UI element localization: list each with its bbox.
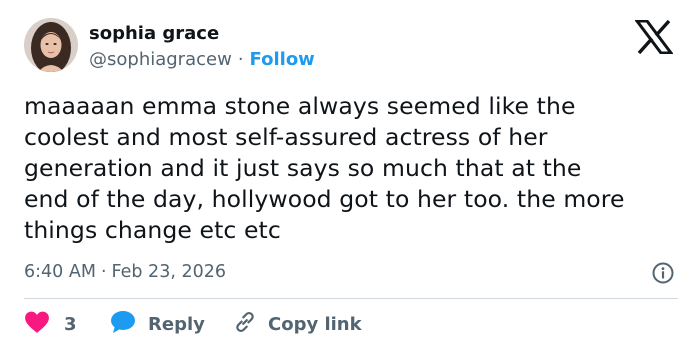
tweet-date: Feb 23, 2026 bbox=[111, 262, 226, 282]
copy-link-label: Copy link bbox=[268, 313, 362, 335]
follow-button[interactable]: Follow bbox=[250, 49, 315, 70]
x-logo-icon[interactable] bbox=[634, 19, 674, 55]
tweet-time: 6:40 AM bbox=[24, 262, 96, 282]
link-icon bbox=[232, 309, 258, 339]
tweet-text-line: maaaaan emma stone always seemed like th… bbox=[24, 92, 576, 120]
tweet-text-line: end of the day, hollywood got to her too… bbox=[24, 185, 625, 213]
tweet-text-line: things change etc etc bbox=[24, 216, 281, 244]
tweet-text-line: coolest and most self-assured actress of… bbox=[24, 123, 548, 151]
speech-bubble-icon bbox=[110, 310, 136, 338]
tweet-text: maaaaan emma stone always seemed like th… bbox=[24, 91, 684, 246]
avatar[interactable] bbox=[24, 18, 78, 72]
copy-link-button[interactable]: Copy link bbox=[232, 310, 362, 338]
handle-line: @sophiagracew · Follow bbox=[89, 48, 315, 72]
tweet-card: sophia grace @sophiagracew · Follow maaaaa… bbox=[0, 0, 700, 351]
like-button[interactable]: 3 bbox=[24, 310, 77, 338]
like-count: 3 bbox=[64, 313, 77, 335]
reply-label: Reply bbox=[148, 313, 205, 335]
reply-button[interactable]: Reply bbox=[110, 310, 205, 338]
display-name[interactable]: sophia grace bbox=[89, 21, 219, 47]
divider bbox=[24, 298, 678, 299]
handle-separator: · bbox=[237, 49, 244, 70]
heart-icon bbox=[24, 310, 50, 338]
user-handle[interactable]: @sophiagracew bbox=[89, 49, 232, 70]
tweet-timestamp[interactable]: 6:40 AM · Feb 23, 2026 bbox=[24, 260, 226, 284]
tweet-text-line: generation and it just says so much that… bbox=[24, 154, 582, 182]
info-icon[interactable] bbox=[651, 261, 675, 285]
meta-separator: · bbox=[100, 262, 107, 282]
